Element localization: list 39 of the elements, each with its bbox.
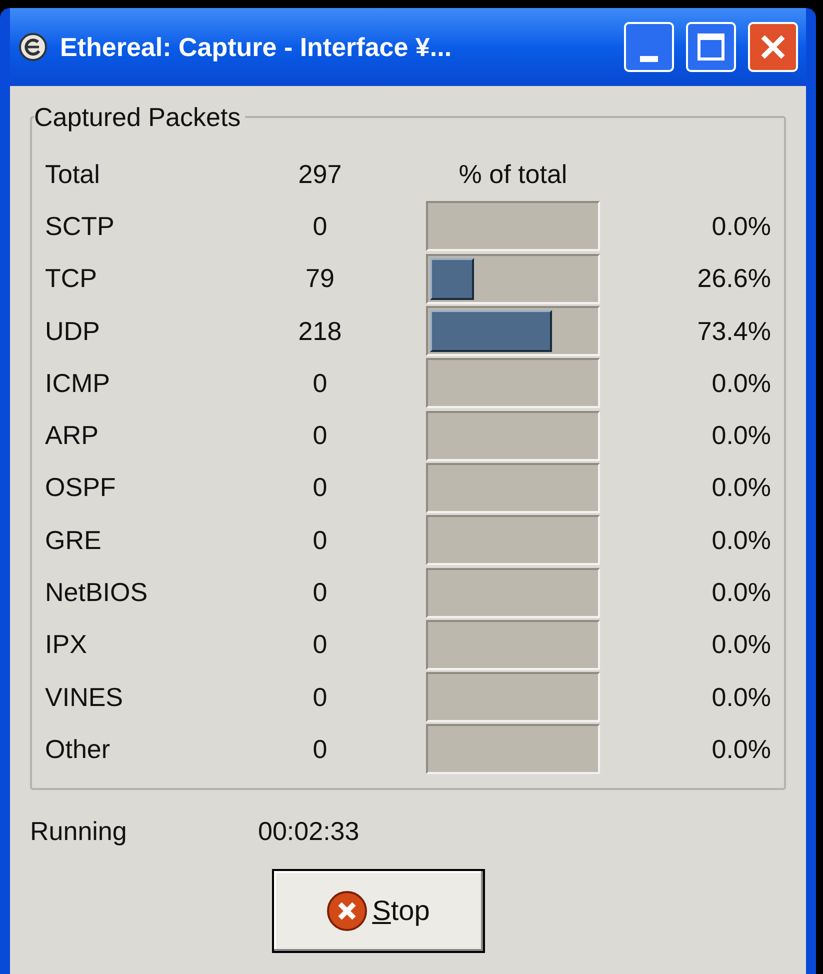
packet-count: 218 (298, 314, 342, 348)
packet-count: 79 (306, 262, 334, 296)
window-title: Ethereal: Capture - Interface ¥... (60, 30, 453, 64)
protocol-label: GRE (45, 524, 102, 557)
protocol-label: SCTP (45, 210, 114, 243)
percent-value: 0.0% (712, 628, 771, 662)
percent-value: 0.0% (712, 210, 771, 243)
protocol-label: TCP (45, 262, 97, 296)
packet-count: 0 (312, 732, 328, 766)
protocol-label: OSPF (45, 471, 116, 504)
packet-count: 0 (312, 524, 328, 557)
status-label: Running (30, 814, 128, 848)
protocol-label: ICMP (45, 366, 110, 400)
packet-count: 0 (312, 471, 328, 504)
packet-count: 297 (298, 158, 342, 191)
packet-count: 0 (312, 210, 328, 243)
protocol-label: Total (45, 158, 100, 191)
protocol-label: VINES (45, 680, 124, 714)
protocol-label: NetBIOS (45, 576, 148, 610)
percent-value: 0.0% (712, 366, 771, 400)
percent-value: 0.0% (712, 576, 771, 610)
packet-count: 0 (312, 366, 328, 400)
packet-count: 0 (312, 628, 328, 662)
protocol-label: Other (45, 732, 110, 766)
packet-count: 0 (312, 419, 328, 452)
protocol-label: IPX (45, 628, 87, 662)
percent-value: 0.0% (712, 680, 771, 714)
percent-value: 0.0% (712, 471, 771, 504)
elapsed-time: 00:02:33 (258, 814, 360, 848)
protocol-label: UDP (45, 314, 100, 348)
column-heading: % of total (458, 158, 568, 191)
percent-value: 0.0% (712, 732, 771, 766)
packet-count: 0 (312, 576, 328, 610)
percent-value: 73.4% (697, 314, 771, 348)
protocol-label: ARP (45, 419, 98, 452)
percent-value: 0.0% (712, 419, 771, 452)
percent-value: 26.6% (697, 262, 771, 296)
percent-value: 0.0% (712, 524, 771, 557)
packet-count: 0 (312, 680, 328, 714)
